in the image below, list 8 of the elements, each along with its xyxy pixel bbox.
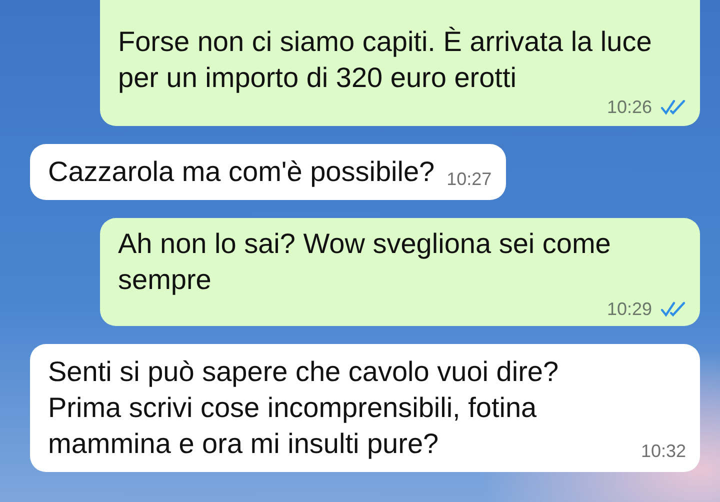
message-time: 10:26 [606,96,652,118]
message-text: Forse non ci siamo capiti. È arrivata la luce per un importo di 320 euro erotti [118,25,653,95]
message-time: 10:27 [446,168,492,190]
message-text: Ah non lo sai? Wow svegliona sei come sempre [118,227,612,297]
message-time: 10:32 [640,440,686,462]
message-text: Cazzarola ma com'è possibile? [48,155,435,189]
message-time: 10:29 [606,298,652,320]
message-text: Senti si può sapere che cavolo vuoi dire? Prima scrivi cose incomprensibili, fotina mammina e ora mi insulti pure? [48,355,560,461]
